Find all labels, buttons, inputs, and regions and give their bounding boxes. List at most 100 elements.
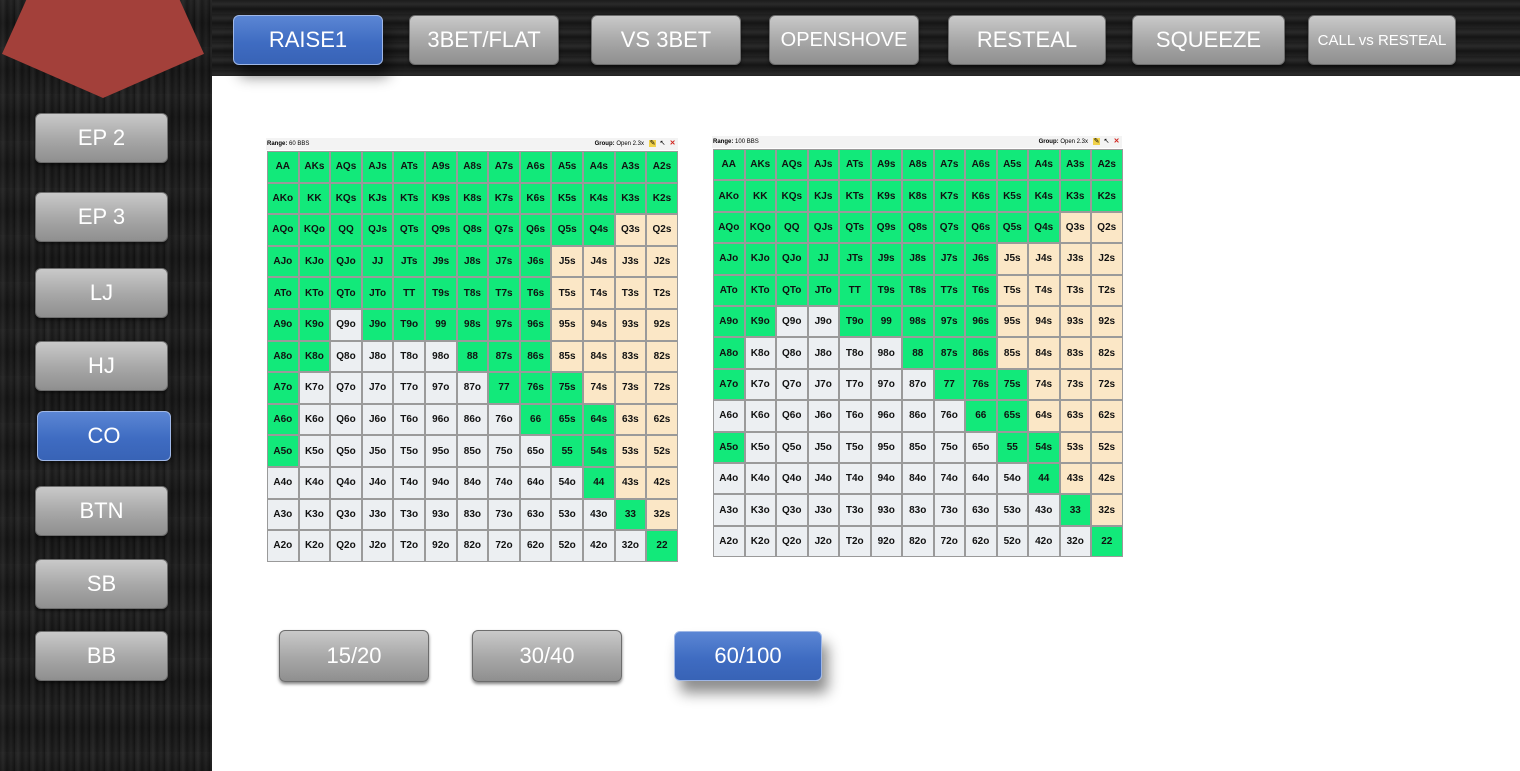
hand-cell[interactable]: 87s bbox=[933, 337, 965, 369]
hand-cell[interactable]: Q7o bbox=[776, 368, 808, 401]
hand-cell[interactable]: Q4o bbox=[330, 467, 362, 499]
hand-cell[interactable]: QJs bbox=[807, 211, 839, 244]
hand-cell[interactable]: 87s bbox=[488, 340, 520, 373]
hand-cell[interactable]: A5o bbox=[267, 435, 299, 467]
hand-cell[interactable]: J5o bbox=[807, 431, 839, 463]
hand-cell[interactable]: A3s bbox=[614, 151, 647, 183]
hand-cell[interactable]: A3s bbox=[1059, 149, 1091, 181]
hand-cell[interactable]: 75s bbox=[551, 372, 583, 404]
hand-cell[interactable]: A4s bbox=[583, 151, 615, 183]
hand-cell[interactable]: 63s bbox=[1059, 400, 1091, 432]
hand-cell[interactable]: 74s bbox=[583, 372, 615, 404]
hand-cell[interactable]: Q4s bbox=[583, 214, 615, 246]
hand-cell[interactable]: J9s bbox=[870, 243, 902, 275]
hand-cell[interactable]: T4s bbox=[583, 277, 615, 309]
hand-cell[interactable]: Q6o bbox=[776, 400, 808, 432]
hand-cell[interactable]: 95s bbox=[551, 309, 583, 341]
hand-cell[interactable]: A7o bbox=[267, 372, 299, 404]
hand-cell[interactable]: K8o bbox=[744, 337, 776, 369]
hand-cell[interactable]: 94s bbox=[583, 309, 615, 341]
hand-cell[interactable]: 86o bbox=[456, 403, 489, 436]
hand-cell[interactable]: T5s bbox=[551, 277, 583, 309]
hand-cell[interactable]: 75o bbox=[488, 435, 520, 467]
hand-cell[interactable]: 86s bbox=[519, 340, 552, 373]
hand-cell[interactable]: 53o bbox=[996, 494, 1028, 526]
hand-cell[interactable]: 86s bbox=[965, 337, 997, 369]
hand-cell[interactable]: KJs bbox=[361, 182, 394, 215]
hand-cell[interactable]: K4o bbox=[298, 467, 331, 499]
hand-cell[interactable]: J6o bbox=[361, 403, 394, 436]
hand-cell[interactable]: 32s bbox=[1091, 494, 1123, 526]
hand-cell[interactable]: QTs bbox=[393, 214, 425, 246]
hand-cell[interactable]: 32s bbox=[646, 498, 678, 531]
hand-cell[interactable]: 72s bbox=[1091, 368, 1123, 401]
hand-cell[interactable]: K3o bbox=[298, 498, 331, 531]
hand-cell[interactable]: 66 bbox=[519, 403, 552, 436]
hand-cell[interactable]: 76s bbox=[965, 368, 997, 401]
hand-cell[interactable]: J2o bbox=[361, 530, 394, 562]
hand-cell[interactable]: 64o bbox=[519, 467, 552, 499]
hand-cell[interactable]: Q7s bbox=[488, 214, 520, 246]
hand-cell[interactable]: 62s bbox=[646, 403, 678, 436]
hand-cell[interactable]: 42o bbox=[583, 530, 615, 562]
hand-cell[interactable]: 96s bbox=[519, 309, 552, 341]
hand-cell[interactable]: A2s bbox=[646, 151, 678, 183]
hand-cell[interactable]: T8s bbox=[902, 274, 934, 306]
hand-cell[interactable]: T4s bbox=[1028, 274, 1060, 306]
stack-60-100-button[interactable]: 60/100 bbox=[674, 631, 822, 681]
hand-cell[interactable]: 43o bbox=[1028, 494, 1060, 526]
hand-cell[interactable]: 94o bbox=[870, 463, 902, 495]
hand-cell[interactable]: 73s bbox=[614, 372, 647, 404]
hand-cell[interactable]: 85o bbox=[902, 431, 934, 463]
hand-cell[interactable]: K9s bbox=[425, 182, 457, 215]
hand-cell[interactable]: K5o bbox=[744, 431, 776, 463]
hand-cell[interactable]: A5s bbox=[996, 149, 1028, 181]
hand-cell[interactable]: AQs bbox=[776, 149, 808, 181]
hand-cell[interactable]: 52s bbox=[646, 435, 678, 467]
tab-vs-3bet[interactable]: VS 3BET bbox=[591, 15, 741, 65]
hand-cell[interactable]: Q8s bbox=[456, 214, 489, 246]
hand-cell[interactable]: A3o bbox=[713, 494, 745, 526]
hand-cell[interactable]: JTs bbox=[839, 243, 871, 275]
hand-cell[interactable]: J2s bbox=[646, 245, 678, 278]
hand-cell[interactable]: A4o bbox=[267, 467, 299, 499]
hand-cell[interactable]: J7o bbox=[807, 368, 839, 401]
hand-cell[interactable]: K7o bbox=[298, 372, 331, 404]
hand-cell[interactable]: 73o bbox=[933, 494, 965, 526]
hand-cell[interactable]: A6o bbox=[713, 400, 745, 432]
hand-cell[interactable]: AJo bbox=[713, 243, 745, 275]
hand-cell[interactable]: 54s bbox=[1028, 431, 1060, 463]
hand-cell[interactable]: K7s bbox=[933, 180, 965, 212]
hand-cell[interactable]: K6o bbox=[298, 403, 331, 436]
hand-cell[interactable]: Q2s bbox=[1091, 211, 1123, 244]
hand-cell[interactable]: 63o bbox=[519, 498, 552, 531]
hand-cell[interactable]: A2s bbox=[1091, 149, 1123, 181]
hand-cell[interactable]: AJo bbox=[267, 245, 299, 278]
hand-cell[interactable]: J7s bbox=[488, 245, 520, 278]
hand-cell[interactable]: A2o bbox=[713, 525, 745, 558]
edit-icon[interactable]: ✎ bbox=[1093, 138, 1100, 145]
hand-cell[interactable]: ATo bbox=[713, 274, 745, 306]
hand-cell[interactable]: QTo bbox=[776, 274, 808, 306]
hand-cell[interactable]: 74o bbox=[488, 467, 520, 499]
hand-cell[interactable]: 76o bbox=[933, 400, 965, 432]
hand-cell[interactable]: 93o bbox=[425, 498, 457, 531]
hand-cell[interactable]: J3s bbox=[1059, 243, 1091, 275]
hand-cell[interactable]: Q4s bbox=[1028, 211, 1060, 244]
tab-openshove[interactable]: OPENSHOVE bbox=[769, 15, 919, 65]
hand-cell[interactable]: 84o bbox=[902, 463, 934, 495]
position-btn-button[interactable]: BTN bbox=[35, 486, 168, 536]
hand-cell[interactable]: K8s bbox=[456, 182, 489, 215]
hand-cell[interactable]: 77 bbox=[933, 368, 965, 401]
hand-cell[interactable]: 95o bbox=[425, 435, 457, 467]
close-icon[interactable]: ✕ bbox=[669, 140, 676, 147]
hand-cell[interactable]: AA bbox=[713, 149, 745, 181]
hand-cell[interactable]: K2o bbox=[744, 525, 776, 558]
hand-cell[interactable]: T6o bbox=[839, 400, 871, 432]
hand-cell[interactable]: TT bbox=[839, 274, 871, 306]
hand-cell[interactable]: 97s bbox=[488, 309, 520, 341]
hand-cell[interactable]: K2o bbox=[298, 530, 331, 562]
hand-cell[interactable]: J8o bbox=[361, 340, 394, 373]
hand-cell[interactable]: J7o bbox=[361, 372, 394, 404]
hand-cell[interactable]: 43o bbox=[583, 498, 615, 531]
